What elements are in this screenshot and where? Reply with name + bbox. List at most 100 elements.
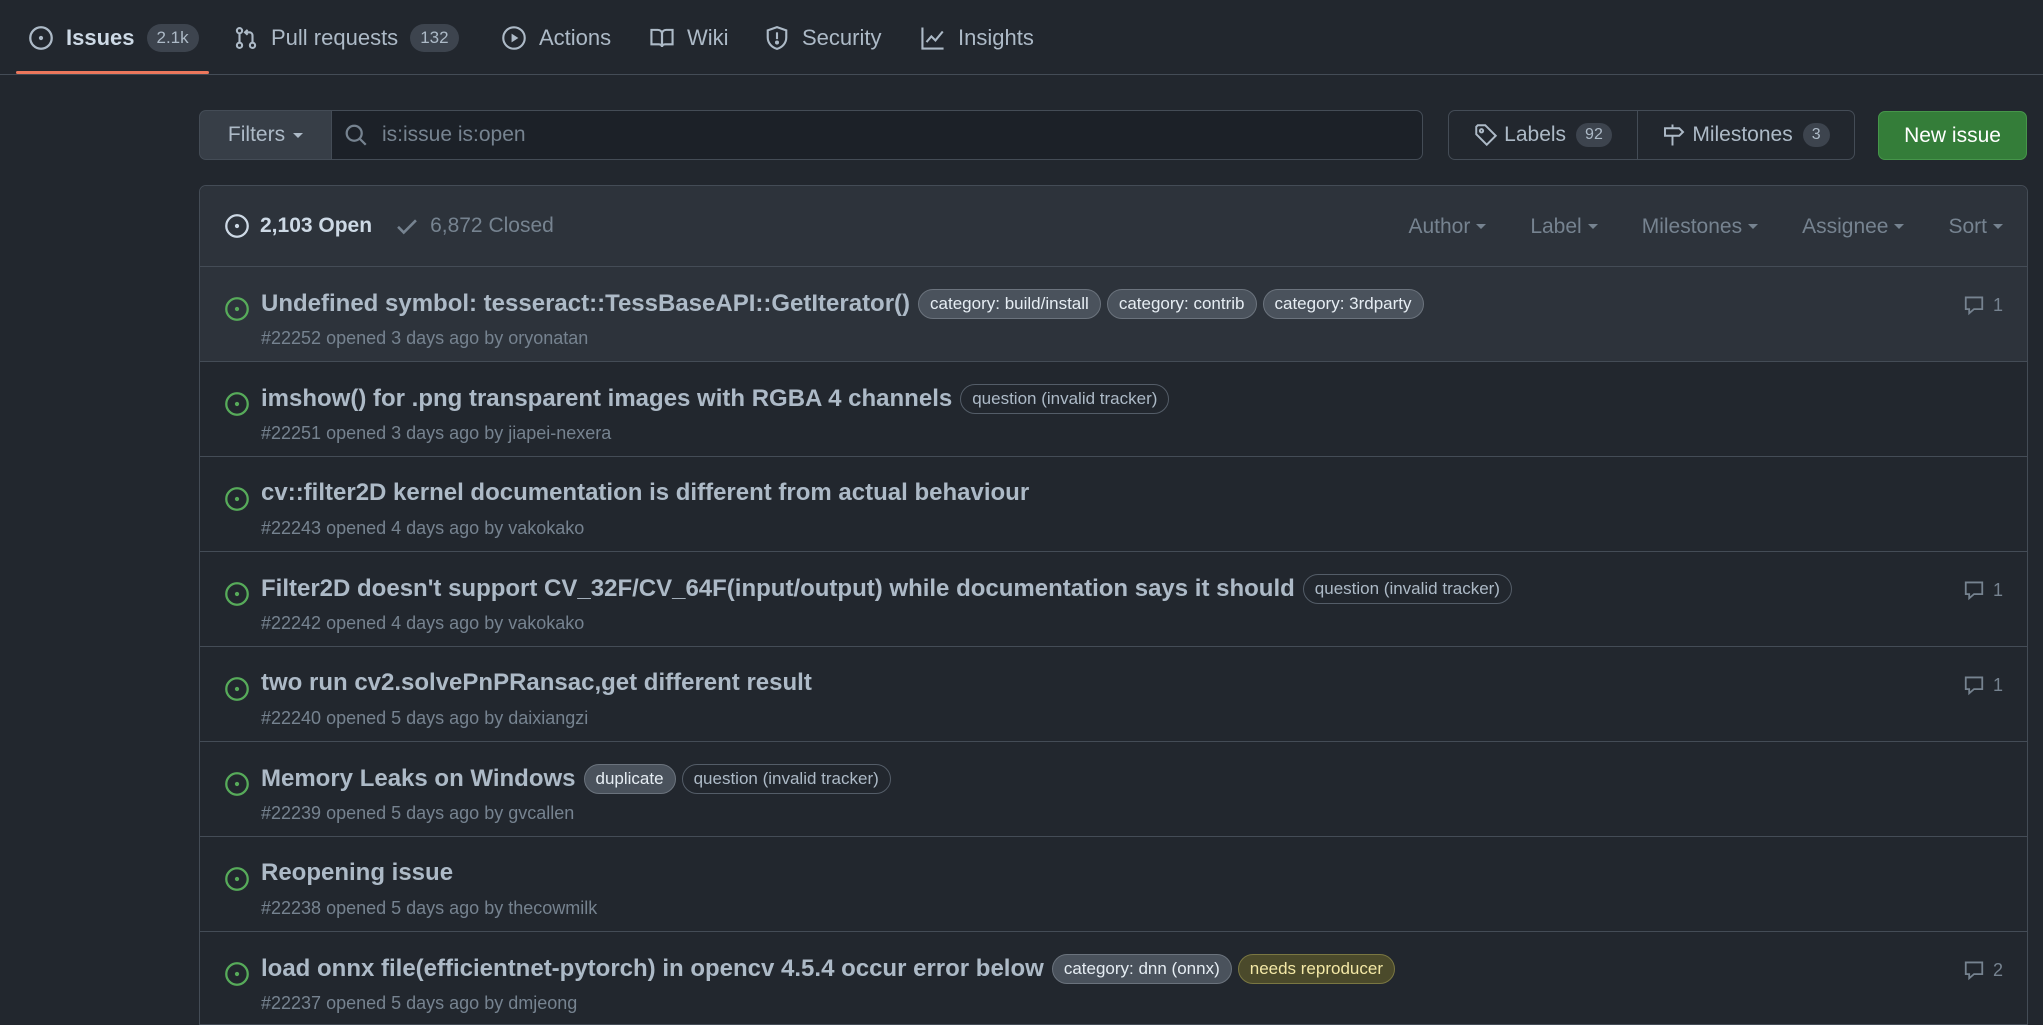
issue-label[interactable]: category: dnn (onnx): [1051, 954, 1232, 984]
nav-tab-actions[interactable]: Actions: [501, 0, 611, 75]
issue-title-link[interactable]: two run cv2.solvePnPRansac,get different…: [261, 669, 812, 697]
labels-milestones-group: Labels 92 Milestones 3: [1448, 110, 1855, 160]
issue-open-status-icon: [224, 486, 250, 512]
issue-label[interactable]: question (invalid tracker): [960, 384, 1170, 414]
check-icon: [394, 213, 420, 239]
issue-row[interactable]: two run cv2.solvePnPRansac,get different…: [200, 647, 2027, 742]
issue-open-status-icon: [224, 391, 250, 417]
issue-list: Undefined symbol: tesseract::TessBaseAPI…: [200, 267, 2027, 1024]
milestone-icon: [1662, 123, 1686, 147]
caret-down-icon: [1476, 224, 1487, 229]
nav-tab-label: Issues: [66, 24, 135, 50]
nav-tab-pull-requests[interactable]: Pull requests 132: [233, 0, 459, 75]
nav-tab-wiki[interactable]: Wiki: [649, 0, 729, 75]
issue-label[interactable]: category: 3rdparty: [1262, 289, 1424, 319]
issue-meta: #22252 opened 3 days ago by oryonatan: [261, 328, 589, 348]
issue-title-line: imshow() for .png transparent images wit…: [261, 384, 1937, 414]
issues-list-box: 2,103 Open 6,872 Closed Author Label Mil…: [199, 185, 2028, 1025]
sort-filter[interactable]: Sort: [1948, 215, 2003, 239]
issue-open-status-icon: [224, 676, 250, 702]
issue-opened-icon: [28, 25, 54, 51]
issue-title-line: Memory Leaks on Windows duplicate questio…: [261, 764, 1937, 794]
repo-nav: Issues 2.1k Pull requests 132 Actions Wi…: [0, 0, 2043, 75]
issue-label[interactable]: category: contrib: [1106, 289, 1257, 319]
comment-icon: [1963, 294, 1985, 316]
comments-link[interactable]: 1: [1963, 674, 2003, 696]
labels-counter: 92: [1576, 123, 1612, 147]
issue-row[interactable]: load onnx file(efficientnet-pytorch) in …: [200, 932, 2027, 1024]
issue-title-line: Undefined symbol: tesseract::TessBaseAPI…: [261, 289, 1937, 319]
assignee-filter-label: Assignee: [1802, 214, 1889, 238]
nav-tab-insights[interactable]: Insights: [920, 0, 1034, 75]
labels-button[interactable]: Labels 92: [1449, 111, 1638, 159]
issue-row[interactable]: Filter2D doesn't support CV_32F/CV_64F(i…: [200, 552, 2027, 647]
issue-filter-bar: Filters: [199, 110, 1423, 160]
issue-row[interactable]: Memory Leaks on Windows duplicate questio…: [200, 742, 2027, 837]
comment-icon: [1963, 579, 1985, 601]
issue-search-input[interactable]: [382, 123, 1422, 147]
nav-tab-issues[interactable]: Issues 2.1k: [28, 0, 199, 75]
issue-title-line: two run cv2.solvePnPRansac,get different…: [261, 669, 1937, 697]
open-issues-toggle[interactable]: 2,103 Open: [224, 213, 372, 239]
nav-tab-label: Actions: [539, 24, 612, 50]
issue-label[interactable]: question (invalid tracker): [681, 764, 891, 794]
issue-row[interactable]: imshow() for .png transparent images wit…: [200, 362, 2027, 457]
issue-label[interactable]: category: build/install: [918, 289, 1101, 319]
issue-row[interactable]: cv::filter2D kernel documentation is dif…: [200, 457, 2027, 552]
issue-title-link[interactable]: imshow() for .png transparent images wit…: [261, 385, 952, 413]
nav-tab-label: Insights: [958, 24, 1034, 50]
issue-row[interactable]: Reopening issue #22238 opened 5 days ago…: [200, 837, 2027, 932]
issue-title-link[interactable]: Undefined symbol: tesseract::TessBaseAPI…: [261, 290, 910, 318]
author-filter-label: Author: [1408, 214, 1471, 238]
issue-title-link[interactable]: cv::filter2D kernel documentation is dif…: [261, 479, 1029, 507]
tag-icon: [1474, 123, 1498, 147]
new-issue-button[interactable]: New issue: [1878, 111, 2027, 160]
issues-list-header: 2,103 Open 6,872 Closed Author Label Mil…: [200, 186, 2027, 267]
list-filters: Author Label Milestones Assignee Sort: [1408, 186, 2003, 267]
issue-open-status-icon: [224, 296, 250, 322]
assignee-filter[interactable]: Assignee: [1802, 214, 1905, 239]
pull-requests-counter: 132: [410, 23, 459, 52]
issue-row[interactable]: Undefined symbol: tesseract::TessBaseAPI…: [200, 267, 2027, 362]
milestones-filter[interactable]: Milestones: [1641, 214, 1759, 239]
issue-title-line: cv::filter2D kernel documentation is dif…: [261, 479, 1937, 507]
git-pull-request-icon: [233, 25, 259, 51]
label-filter-label: Label: [1530, 214, 1582, 238]
milestones-label: Milestones: [1692, 123, 1793, 146]
issue-label[interactable]: duplicate: [583, 764, 676, 794]
issue-search-box[interactable]: [331, 110, 1423, 160]
nav-tab-label: Security: [802, 24, 882, 50]
issue-title-link[interactable]: load onnx file(efficientnet-pytorch) in …: [261, 955, 1044, 983]
milestones-button[interactable]: Milestones 3: [1638, 111, 1854, 159]
issue-title-link[interactable]: Reopening issue: [261, 859, 453, 887]
filters-dropdown-button[interactable]: Filters: [199, 110, 331, 160]
label-filter[interactable]: Label: [1530, 214, 1598, 239]
nav-tab-security[interactable]: Security: [764, 0, 881, 75]
caret-down-icon: [293, 132, 304, 138]
sort-filter-label: Sort: [1948, 214, 1987, 238]
comments-link[interactable]: 1: [1963, 579, 2003, 601]
issue-meta: #22237 opened 5 days ago by dmjeong: [261, 993, 578, 1013]
issue-meta: #22251 opened 3 days ago by jiapei-nexer…: [261, 423, 612, 443]
issue-title-link[interactable]: Filter2D doesn't support CV_32F/CV_64F(i…: [261, 575, 1295, 603]
shield-icon: [764, 25, 790, 51]
comment-icon: [1963, 674, 1985, 696]
comments-link[interactable]: 1: [1963, 294, 2003, 316]
comments-link[interactable]: 2: [1963, 959, 2003, 981]
issue-open-status-icon: [224, 581, 250, 607]
issue-title-link[interactable]: Memory Leaks on Windows: [261, 765, 576, 793]
graph-icon: [920, 25, 946, 51]
caret-down-icon: [1748, 224, 1759, 229]
issue-title-line: load onnx file(efficientnet-pytorch) in …: [261, 954, 1937, 984]
closed-issues-toggle[interactable]: 6,872 Closed: [394, 213, 554, 239]
author-filter[interactable]: Author: [1408, 214, 1487, 239]
labels-label: Labels: [1504, 123, 1567, 146]
selected-tab-underline: [16, 71, 209, 74]
comment-icon: [1963, 959, 1985, 981]
issue-meta: #22240 opened 5 days ago by daixiangzi: [261, 708, 589, 728]
issue-meta: #22238 opened 5 days ago by thecowmilk: [261, 898, 598, 918]
milestones-filter-label: Milestones: [1641, 214, 1743, 238]
issue-label[interactable]: question (invalid tracker): [1302, 574, 1512, 604]
caret-down-icon: [1587, 224, 1598, 229]
issue-label[interactable]: needs reproducer: [1237, 954, 1395, 984]
